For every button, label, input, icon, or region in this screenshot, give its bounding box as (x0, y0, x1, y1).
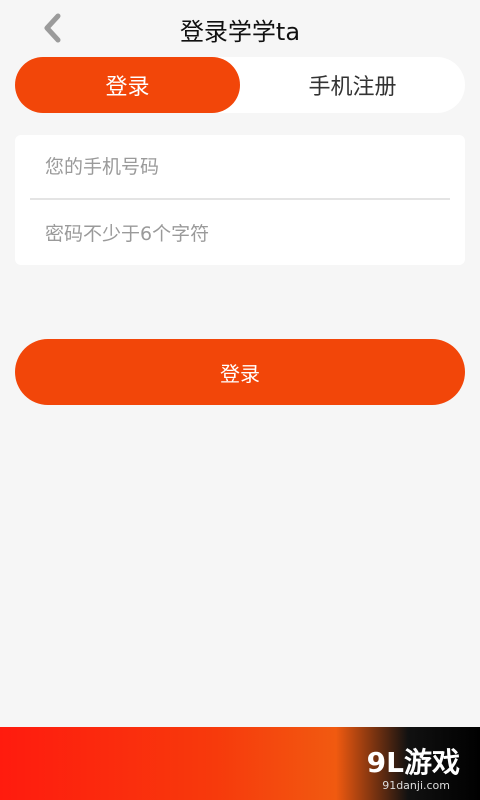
login-form: 您的手机号码 密码不少于6个字符 (15, 135, 465, 265)
tab-login[interactable]: 登录 (15, 57, 240, 113)
ad-banner[interactable]: 9L游戏 91danji.com (0, 727, 480, 800)
page-title: 登录学学ta (179, 18, 301, 46)
tab-phone-register[interactable]: 手机注册 (240, 57, 465, 113)
password-input[interactable]: 密码不少于6个字符 (45, 212, 450, 252)
login-register-switch: 登录 手机注册 (15, 57, 465, 113)
top-bar: 登录学学ta (0, 0, 480, 56)
banner-url: 91danji.com (382, 779, 450, 792)
form-divider (30, 198, 450, 200)
banner-brand: 9L游戏 (366, 746, 460, 779)
login-button[interactable]: 登录 (15, 339, 465, 405)
phone-input[interactable]: 您的手机号码 (45, 145, 450, 185)
